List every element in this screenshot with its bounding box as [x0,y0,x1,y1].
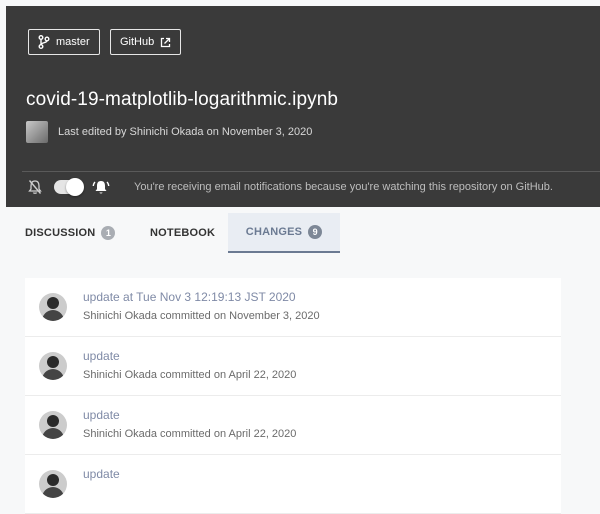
notebook-title: covid-19-matplotlib-logarithmic.ipynb [26,89,339,110]
bell-off-icon[interactable] [26,178,44,196]
commit-meta: Shinichi Okada committed on November 3, … [83,310,320,322]
last-edited-row: Last edited by Shinichi Okada on Novembe… [26,121,312,143]
github-button[interactable]: GitHub [110,29,182,55]
list-item[interactable]: update [25,455,561,514]
list-item[interactable]: update Shinichi Okada committed on April… [25,337,561,396]
notification-message: You're receiving email notifications bec… [134,181,553,193]
external-link-icon [161,37,171,47]
notification-controls [26,178,110,196]
author-avatar [26,121,48,143]
branch-label: master [56,36,90,48]
tab-label: CHANGES [245,226,303,238]
commit-meta: Shinichi Okada committed on April 22, 20… [83,428,297,440]
commit-message[interactable]: update [83,349,120,363]
changes-count-badge: 9 [308,225,323,239]
last-edited-text: Last edited by Shinichi Okada on Novembe… [58,126,313,138]
toggle-knob [66,178,84,196]
commit-message[interactable]: update [83,467,120,481]
notification-toggle[interactable] [54,178,84,196]
branch-button[interactable]: master [28,29,100,55]
github-label: GitHub [120,36,155,48]
avatar [39,411,67,439]
tab-changes[interactable]: CHANGES 9 [228,213,340,253]
list-item[interactable]: update Shinichi Okada committed on April… [25,396,561,455]
tab-label: DISCUSSION [25,227,96,239]
notebook-header: master GitHub covid-19-matplotlib-logari… [6,6,600,207]
commit-list: update at Tue Nov 3 12:19:13 JST 2020 Sh… [25,278,561,514]
tab-label: NOTEBOOK [150,227,216,239]
commit-message[interactable]: update at Tue Nov 3 12:19:13 JST 2020 [83,290,296,304]
bell-ring-icon[interactable] [92,178,110,196]
commit-message[interactable]: update [83,408,120,422]
list-item[interactable]: update at Tue Nov 3 12:19:13 JST 2020 Sh… [25,278,561,337]
header-divider [22,171,600,172]
avatar [39,470,67,498]
git-branch-icon [38,35,50,49]
tab-discussion[interactable]: DISCUSSION 1 [25,213,116,253]
avatar [39,293,67,321]
discussion-count-badge: 1 [101,226,116,240]
commit-meta: Shinichi Okada committed on April 22, 20… [83,369,297,381]
tab-notebook[interactable]: NOTEBOOK [150,213,215,253]
avatar [39,352,67,380]
tab-bar: DISCUSSION 1 NOTEBOOK CHANGES 9 [0,213,600,253]
